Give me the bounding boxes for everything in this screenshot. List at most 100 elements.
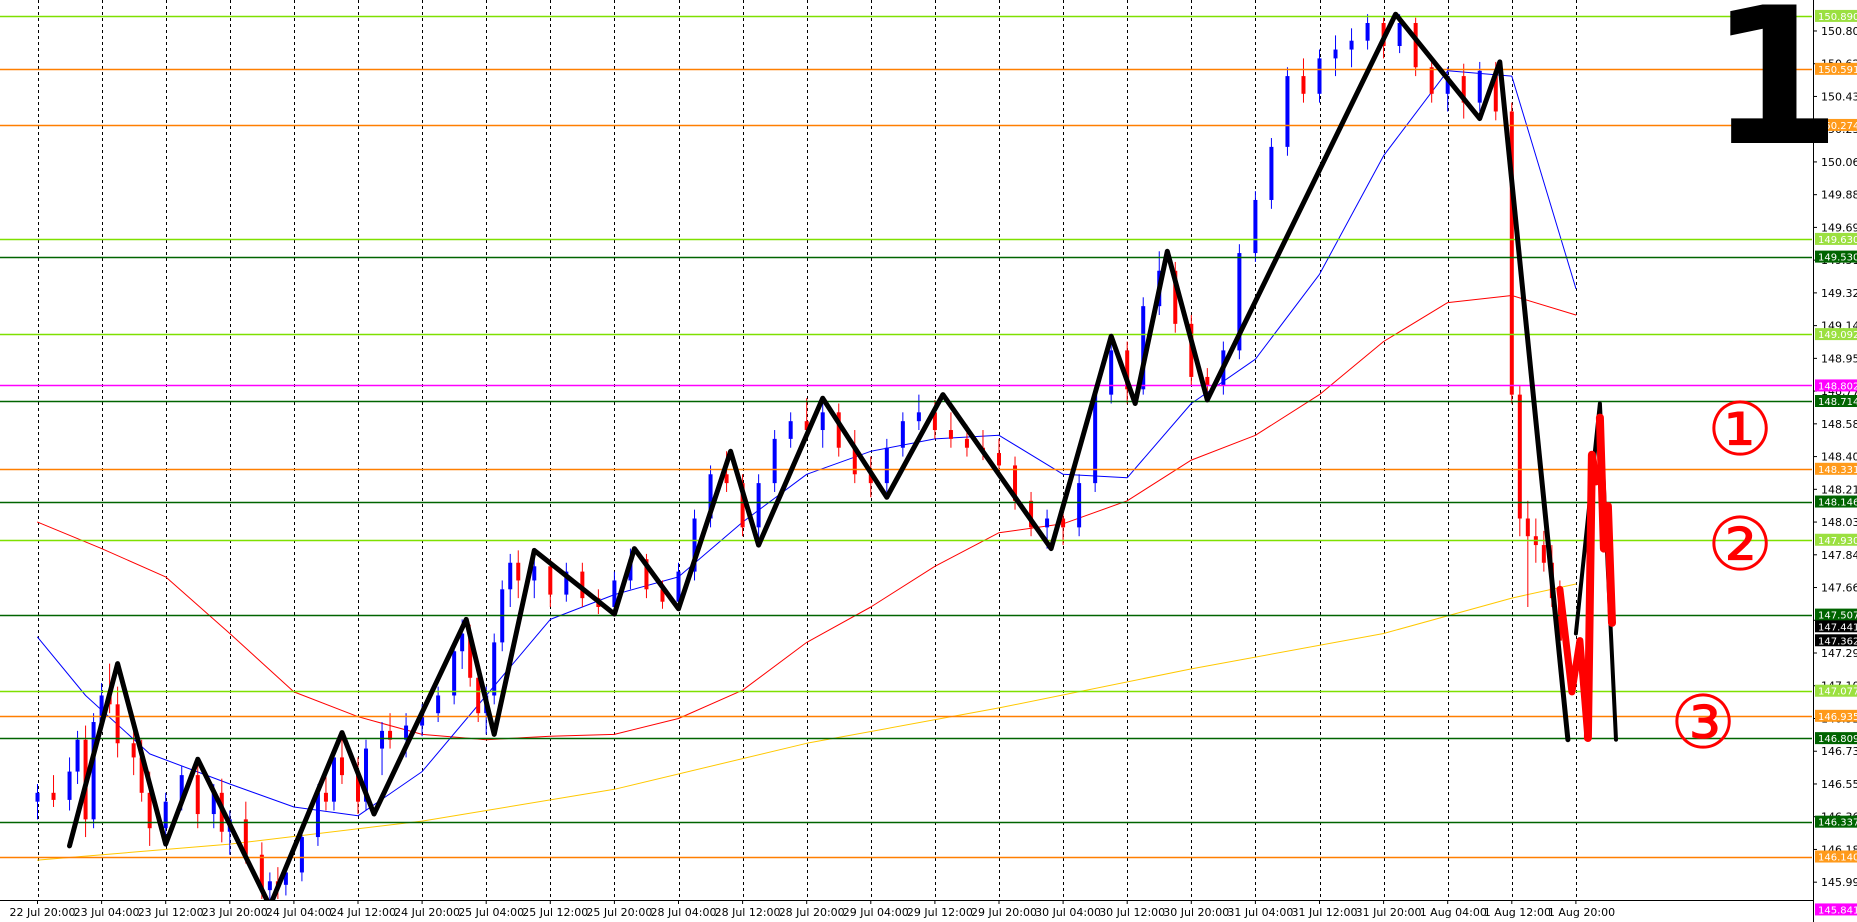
candle-body-89 — [1253, 199, 1258, 254]
candle-body-34 — [436, 695, 441, 714]
candle-body-94 — [1333, 49, 1338, 59]
price-tick-label-22: 146.735 — [1821, 745, 1857, 758]
time-tick-label-5: 24 Jul 12:00 — [330, 906, 396, 919]
time-tick-label-0: 22 Jul 20:00 — [10, 906, 76, 919]
price-tick-label-6: 149.695 — [1821, 221, 1857, 234]
time-tick-label-11: 28 Jul 12:00 — [715, 906, 781, 919]
candle-body-80 — [1109, 350, 1114, 395]
moving-averages — [37, 70, 1577, 861]
level-tag-label-5: 149.092 — [1818, 330, 1857, 341]
time-tick-label-15: 29 Jul 20:00 — [971, 906, 1037, 919]
level-tag-label-9: 148.146 — [1818, 498, 1857, 509]
projection-red-leg-c — [1595, 413, 1608, 553]
time-tick-label-9: 25 Jul 20:00 — [586, 906, 652, 919]
candle-body-67 — [900, 421, 905, 448]
candle-body-78 — [1077, 483, 1082, 528]
price-tick-label-17: 147.660 — [1821, 582, 1857, 595]
candle-body-2 — [67, 771, 72, 800]
candle-body-43 — [516, 562, 521, 581]
ma-long-yellow — [37, 583, 1577, 861]
candle-body-42 — [508, 562, 513, 590]
ma-fast-blue — [37, 70, 1577, 817]
time-tick-label-7: 25 Jul 04:00 — [458, 906, 524, 919]
corner-number-label: 1 — [1709, 0, 1841, 188]
projection-red-leg-b — [1583, 450, 1600, 742]
time-tick-label-18: 30 Jul 20:00 — [1163, 906, 1229, 919]
candle-body-99 — [1413, 23, 1418, 68]
price-tick-label-23: 146.550 — [1821, 778, 1857, 791]
time-tick-label-8: 25 Jul 12:00 — [522, 906, 588, 919]
level-tag-label-14: 146.809 — [1818, 734, 1857, 745]
level-tag-label-15: 146.337 — [1818, 818, 1857, 829]
candle-body-96 — [1365, 23, 1370, 41]
price-tick-label-5: 149.880 — [1821, 189, 1857, 202]
time-tick-label-1: 23 Jul 04:00 — [74, 906, 140, 919]
time-tick-label-10: 28 Jul 04:00 — [651, 906, 717, 919]
candle-body-100 — [1429, 67, 1434, 94]
zigzag-lines — [67, 11, 1571, 909]
level-tag-label-12: 147.077 — [1818, 687, 1857, 698]
time-tick-label-2: 23 Jul 12:00 — [138, 906, 204, 919]
level-tag-label-11: 147.507 — [1818, 611, 1857, 622]
price-tick-label-26: 145.995 — [1821, 876, 1857, 889]
price-tick-label-16: 147.845 — [1821, 549, 1857, 562]
level-tag-label-13: 146.935 — [1818, 712, 1857, 723]
price-tick-label-12: 148.585 — [1821, 418, 1857, 431]
price-tag-label-0: 147.441 — [1818, 622, 1857, 633]
candle-body-93 — [1317, 58, 1322, 94]
price-tick-label-15: 148.030 — [1821, 516, 1857, 529]
candle-body-40 — [492, 642, 497, 696]
time-tick-label-19: 31 Jul 04:00 — [1227, 906, 1293, 919]
level-tag-label-17: 145.841 — [1818, 905, 1857, 916]
candle-body-14 — [195, 775, 200, 815]
time-tick-label-20: 31 Jul 12:00 — [1292, 906, 1358, 919]
time-tick-label-21: 31 Jul 20:00 — [1356, 906, 1422, 919]
time-tick-label-4: 24 Jul 04:00 — [266, 906, 332, 919]
level-tag-label-8: 148.331 — [1818, 465, 1857, 476]
candle-body-59 — [772, 438, 777, 484]
candle-body-23 — [299, 837, 304, 873]
candle-body-9 — [131, 743, 136, 758]
level-tag-label-3: 149.630 — [1818, 235, 1857, 246]
candle-body-62 — [820, 412, 825, 431]
level-tag-label-16: 146.140 — [1818, 853, 1857, 864]
time-axis: 22 Jul 20:0023 Jul 04:0023 Jul 12:0023 J… — [0, 900, 1813, 922]
ma-slow-red — [37, 295, 1577, 741]
time-tick-label-24: 1 Aug 20:00 — [1548, 906, 1615, 919]
price-tick-label-19: 147.290 — [1821, 647, 1857, 660]
candle-body-45 — [548, 566, 553, 595]
candle-body-71 — [964, 438, 969, 448]
candle-body-90 — [1269, 146, 1274, 200]
candle-body-60 — [788, 421, 793, 439]
candle-body-25 — [323, 792, 328, 802]
candle-body-98 — [1397, 23, 1402, 47]
candle-body-73 — [997, 453, 1001, 466]
time-tick-label-13: 29 Jul 04:00 — [843, 906, 909, 919]
zigzag-main — [67, 11, 1571, 909]
candle-body-68 — [916, 412, 921, 422]
candle-body-1 — [51, 792, 56, 800]
level-tag-label-4: 149.530 — [1818, 253, 1857, 264]
candlestick-chart: 150.805150.620150.435150.250150.065149.8… — [0, 0, 1857, 922]
candle-body-109 — [1541, 545, 1546, 563]
candle-body-12 — [163, 801, 168, 829]
candle-body-58 — [756, 483, 761, 528]
time-tick-label-22: 1 Aug 04:00 — [1420, 906, 1487, 919]
projection-red-leg-d — [1603, 502, 1616, 627]
circled-label-2: ② — [1707, 502, 1773, 588]
circled-label-3: ③ — [1670, 680, 1736, 766]
candle-body-0 — [35, 792, 40, 802]
candle-body-26 — [331, 757, 336, 802]
time-tick-label-23: 1 Aug 12:00 — [1484, 906, 1551, 919]
price-tick-label-10: 148.955 — [1821, 352, 1857, 365]
candle-body-70 — [948, 430, 953, 439]
time-tick-label-14: 29 Jul 12:00 — [907, 906, 973, 919]
candle-body-106 — [1517, 394, 1522, 519]
candle-body-86 — [1205, 376, 1210, 386]
candle-body-3 — [75, 739, 80, 772]
level-tag-label-10: 147.930 — [1818, 536, 1857, 547]
candle-body-27 — [339, 757, 344, 776]
level-tag-label-6: 148.802 — [1818, 381, 1857, 392]
candle-body-107 — [1525, 518, 1530, 537]
candle-body-5 — [91, 722, 96, 820]
